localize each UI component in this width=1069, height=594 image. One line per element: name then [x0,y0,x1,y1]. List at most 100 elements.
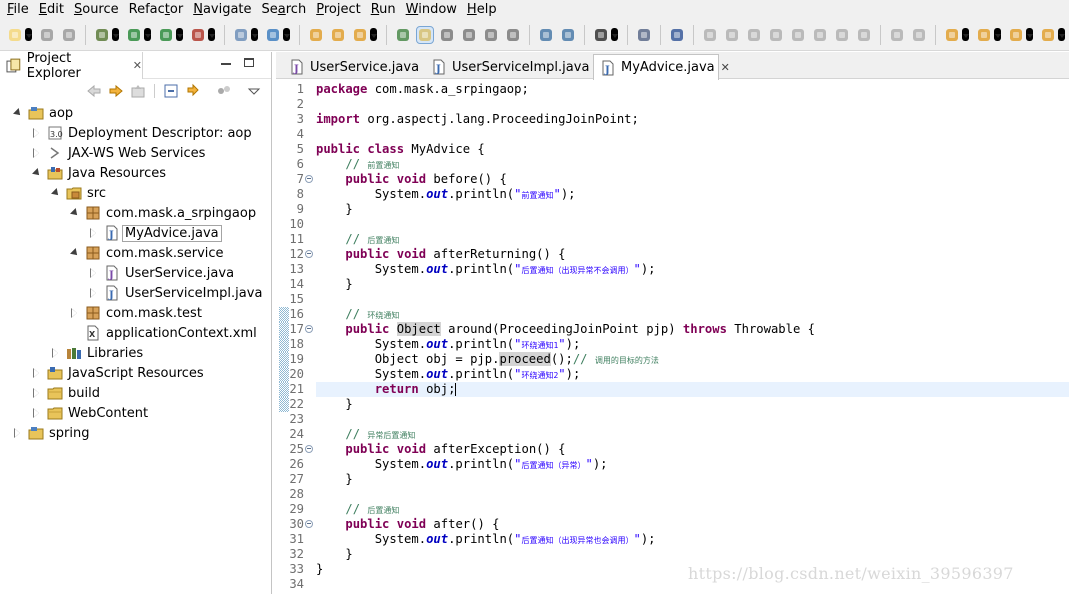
search-icon[interactable] [352,27,368,43]
link-with-editor-icon[interactable] [185,83,201,99]
fold-collapse-icon[interactable] [305,520,313,528]
open-folder-icon[interactable] [330,27,346,43]
chevron-down-icon[interactable] [1026,28,1033,41]
close-icon[interactable]: ✕ [721,61,730,74]
collapse-all-icon[interactable] [163,83,179,99]
toggle-block-icon[interactable] [483,27,499,43]
debug-settings-icon[interactable] [94,27,110,43]
tree-item[interactable]: com.mask.service [0,243,271,263]
up-folder-icon[interactable] [130,83,146,99]
menu-navigate[interactable]: Navigate [188,1,256,18]
forward-arrow-icon[interactable] [108,83,124,99]
chevron-down-icon[interactable] [611,28,618,41]
save-all-icon[interactable] [61,27,77,43]
code-area[interactable]: 1 2 3 4 5 6 7 8 9 10 11 12 13 14 15 16 17 18 19 20 21 22 23 24 2… [276,81,1069,594]
tree-item[interactable]: build [0,383,271,403]
minimize-icon[interactable] [221,63,231,65]
globe-icon[interactable] [538,27,554,43]
expanded-twisty-icon[interactable] [32,168,42,178]
new-project-icon[interactable] [233,27,249,43]
run-icon[interactable] [158,27,174,43]
tree-item[interactable]: aop [0,103,271,123]
menu-source[interactable]: Source [69,1,124,18]
back-icon[interactable] [1008,27,1024,43]
tree-item[interactable]: Java Resources [0,163,271,183]
menu-file[interactable]: File [2,1,34,18]
fold-collapse-icon[interactable] [305,445,313,453]
new-class-icon[interactable] [265,27,281,43]
show-whitespace-icon[interactable] [461,27,477,43]
collapsed-twisty-icon[interactable] [89,288,99,298]
tree-item[interactable]: Libraries [0,343,271,363]
tree-item[interactable]: com.mask.a_srpingaop [0,203,271,223]
collapsed-twisty-icon[interactable] [32,128,42,138]
menu-window[interactable]: Window [401,1,462,18]
terminate-icon[interactable] [746,27,762,43]
collapsed-twisty-icon[interactable] [89,228,99,238]
tree-item[interactable]: JAX-WS Web Services [0,143,271,163]
tree-item[interactable]: J UserServiceImpl.java [0,283,271,303]
resume-icon[interactable] [702,27,718,43]
step-into-icon[interactable] [790,27,806,43]
collapsed-twisty-icon[interactable] [13,428,23,438]
run-server-icon[interactable] [190,27,206,43]
previous-edit-icon[interactable] [976,27,992,43]
collapsed-twisty-icon[interactable] [32,408,42,418]
toggle-mark-occurrences-icon[interactable] [395,27,411,43]
menu-search[interactable]: Search [257,1,312,18]
link-icon[interactable] [560,27,576,43]
drop-frame-icon[interactable] [856,27,872,43]
close-icon[interactable]: ✕ [133,59,142,72]
chevron-down-icon[interactable] [994,28,1001,41]
skip-breakpoints-icon[interactable] [669,27,685,43]
collapsed-twisty-icon[interactable] [32,148,42,158]
project-explorer-tab[interactable]: Project Explorer ✕ [0,52,143,81]
save-icon[interactable] [39,27,55,43]
fold-collapse-icon[interactable] [305,325,313,333]
tree-item[interactable]: spring [0,423,271,443]
tree-item[interactable]: J UserService.java [0,263,271,283]
menu-help[interactable]: Help [462,1,502,18]
collapsed-twisty-icon[interactable] [89,268,99,278]
editor-tab[interactable]: J MyAdvice.java ✕ [593,54,730,80]
tree-item[interactable]: WebContent [0,403,271,423]
fold-collapse-icon[interactable] [305,175,313,183]
chevron-down-icon[interactable] [176,28,183,41]
disconnect-icon[interactable] [768,27,784,43]
chevron-down-icon[interactable] [144,28,151,41]
tree-item[interactable]: JavaScript Resources [0,363,271,383]
maximize-icon[interactable] [244,58,254,67]
expanded-twisty-icon[interactable] [70,208,80,218]
menu-edit[interactable]: Edit [34,1,69,18]
menu-refactor[interactable]: Refactor [124,1,189,18]
editor-tab[interactable]: J UserServiceImpl.java [424,54,589,79]
toggle-breadcrumb-icon[interactable] [439,27,455,43]
forward-icon[interactable] [1040,27,1056,43]
tree-item[interactable]: src [0,183,271,203]
new-icon[interactable] [7,27,23,43]
collapsed-twisty-icon[interactable] [32,388,42,398]
menu-run[interactable]: Run [366,1,401,18]
suspend-icon[interactable] [724,27,740,43]
tree-item[interactable]: 3.0 Deployment Descriptor: aop [0,123,271,143]
step-return-icon[interactable] [834,27,850,43]
tree-item[interactable]: com.mask.test [0,303,271,323]
fold-collapse-icon[interactable] [305,250,313,258]
chevron-down-icon[interactable] [112,28,119,41]
editor-tab[interactable]: J UserService.java [282,54,420,79]
menu-project[interactable]: Project [311,1,366,18]
collapsed-twisty-icon[interactable] [51,348,61,358]
paragraph-icon[interactable] [505,27,521,43]
console-icon[interactable] [593,27,609,43]
previous-annotation-icon[interactable] [911,27,927,43]
back-arrow-icon[interactable] [86,83,102,99]
chevron-down-icon[interactable] [1058,28,1065,41]
run-debug-icon[interactable] [126,27,142,43]
next-edit-icon[interactable] [944,27,960,43]
step-over-icon[interactable] [812,27,828,43]
open-type-icon[interactable] [308,27,324,43]
chevron-down-icon[interactable] [962,28,969,41]
expanded-twisty-icon[interactable] [51,188,61,198]
tree-item[interactable]: XapplicationContext.xml [0,323,271,343]
collapsed-twisty-icon[interactable] [32,368,42,378]
